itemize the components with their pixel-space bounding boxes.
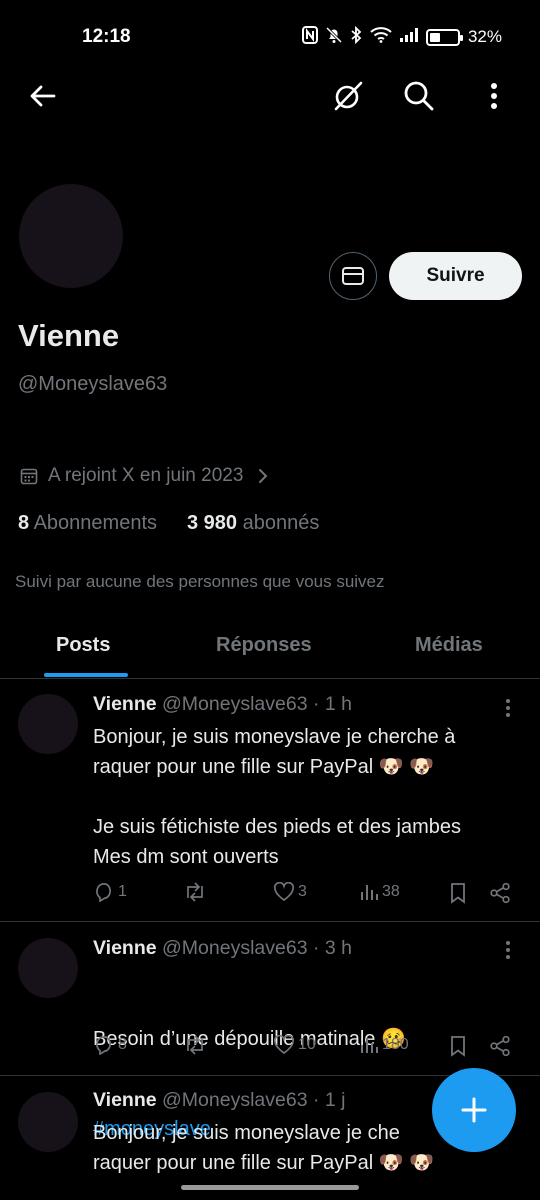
post-meta: @Moneyslave63 · 3 h: [162, 937, 352, 959]
bell-off-icon: [325, 26, 343, 48]
post-meta: @Moneyslave63 · 1 h: [162, 693, 352, 715]
followers-link[interactable]: 3 980 abonnés: [187, 512, 319, 535]
status-bar: 12:18 32%: [0, 0, 540, 72]
following-count: 8: [18, 512, 30, 534]
bookmark-icon: [451, 1036, 465, 1057]
share-icon: [490, 1035, 510, 1057]
share-button[interactable]: [489, 1035, 511, 1057]
post-more-button[interactable]: [498, 696, 518, 720]
reply-button[interactable]: 1: [93, 882, 127, 902]
reply-count: 1: [118, 883, 127, 900]
joined-date[interactable]: A rejoint X en juin 2023: [20, 465, 269, 487]
views-button[interactable]: 38: [359, 882, 400, 902]
reply-icon: [96, 883, 111, 902]
gesture-home-bar[interactable]: [181, 1185, 359, 1190]
reply-count: 8: [118, 1036, 127, 1053]
heart-icon: [273, 882, 295, 902]
bluetooth-icon: [350, 25, 362, 48]
nfc-icon: [301, 26, 318, 48]
like-button[interactable]: 3: [273, 882, 307, 902]
retweet-icon: [187, 882, 203, 902]
follow-button[interactable]: Suivre: [389, 252, 522, 300]
tab-posts[interactable]: Posts: [56, 634, 110, 657]
retweet-button[interactable]: [183, 882, 210, 902]
more-vertical-icon: [491, 83, 497, 109]
retweet-button[interactable]: [183, 1035, 210, 1055]
follow-stats: 8 Abonnements 3 980 abonnés: [18, 512, 319, 535]
back-button[interactable]: [20, 74, 64, 118]
views-count: 180: [382, 1036, 409, 1053]
like-button[interactable]: 10: [273, 1035, 316, 1055]
heart-icon: [273, 1035, 295, 1055]
bookmark-button[interactable]: [449, 882, 467, 904]
more-options-button[interactable]: [472, 74, 516, 118]
search-icon: [404, 81, 434, 111]
profile-name: Vienne: [18, 318, 120, 353]
grok-button[interactable]: [326, 74, 370, 118]
envelope-icon: [342, 267, 364, 285]
post-avatar[interactable]: [18, 938, 78, 998]
joined-text: A rejoint X en juin 2023: [48, 465, 244, 486]
like-count: 10: [298, 1036, 316, 1053]
battery-icon: [425, 28, 463, 46]
followers-count: 3 980: [187, 512, 238, 534]
reply-icon: [96, 1036, 111, 1055]
post-actions: 1 3 38: [93, 882, 523, 912]
tab-replies[interactable]: Réponses: [216, 634, 312, 657]
post-text: Bonjour, je suis moneyslave je cherche à…: [93, 726, 461, 868]
post-avatar[interactable]: [18, 1092, 78, 1152]
bookmark-icon: [451, 883, 465, 904]
views-button[interactable]: 180: [359, 1035, 409, 1055]
following-link[interactable]: 8 Abonnements: [18, 512, 157, 535]
active-tab-indicator: [44, 673, 128, 677]
post-actions: 8 10 180: [93, 1035, 523, 1065]
battery-percent: 32%: [467, 27, 502, 46]
share-icon: [490, 882, 510, 904]
views-icon: [361, 885, 378, 900]
message-button[interactable]: [329, 252, 377, 300]
wifi-icon: [370, 27, 392, 47]
status-time: 12:18: [82, 26, 131, 47]
post-item[interactable]: Vienne @Moneyslave63 · 1 h Bonjour, je s…: [0, 680, 540, 922]
back-arrow-icon: [30, 85, 56, 107]
like-count: 3: [298, 883, 307, 900]
compose-post-button[interactable]: [432, 1068, 516, 1152]
followed-by-text: Suivi par aucune des personnes que vous …: [15, 572, 385, 591]
post-author-name[interactable]: Vienne: [93, 937, 157, 959]
search-button[interactable]: [397, 74, 441, 118]
bookmark-button[interactable]: [449, 1035, 467, 1057]
grok-icon: [334, 81, 363, 111]
following-label: Abonnements: [33, 512, 157, 534]
tab-media[interactable]: Médias: [415, 634, 483, 657]
profile-avatar[interactable]: [19, 184, 123, 288]
reply-button[interactable]: 8: [93, 1035, 127, 1055]
profile-handle: @Moneyslave63: [18, 373, 168, 395]
views-icon: [361, 1038, 378, 1053]
post-author-name[interactable]: Vienne: [93, 693, 157, 715]
followers-label: abonnés: [242, 512, 320, 534]
views-count: 38: [382, 883, 400, 900]
post-avatar[interactable]: [18, 694, 78, 754]
share-button[interactable]: [489, 882, 511, 904]
chevron-right-icon: [259, 469, 268, 483]
post-author-name[interactable]: Vienne: [93, 1089, 157, 1111]
calendar-icon: [20, 468, 38, 485]
plus-icon: [461, 1097, 487, 1123]
signal-icon: [399, 28, 418, 46]
retweet-icon: [187, 1035, 203, 1055]
post-item[interactable]: Vienne @Moneyslave63 · 3 h Besoin d’une …: [0, 922, 540, 1140]
profile-tabs: Posts Réponses Médias: [0, 615, 540, 679]
post-more-button[interactable]: [498, 938, 518, 962]
post-meta: @Moneyslave63 · 1 j: [162, 1089, 346, 1111]
